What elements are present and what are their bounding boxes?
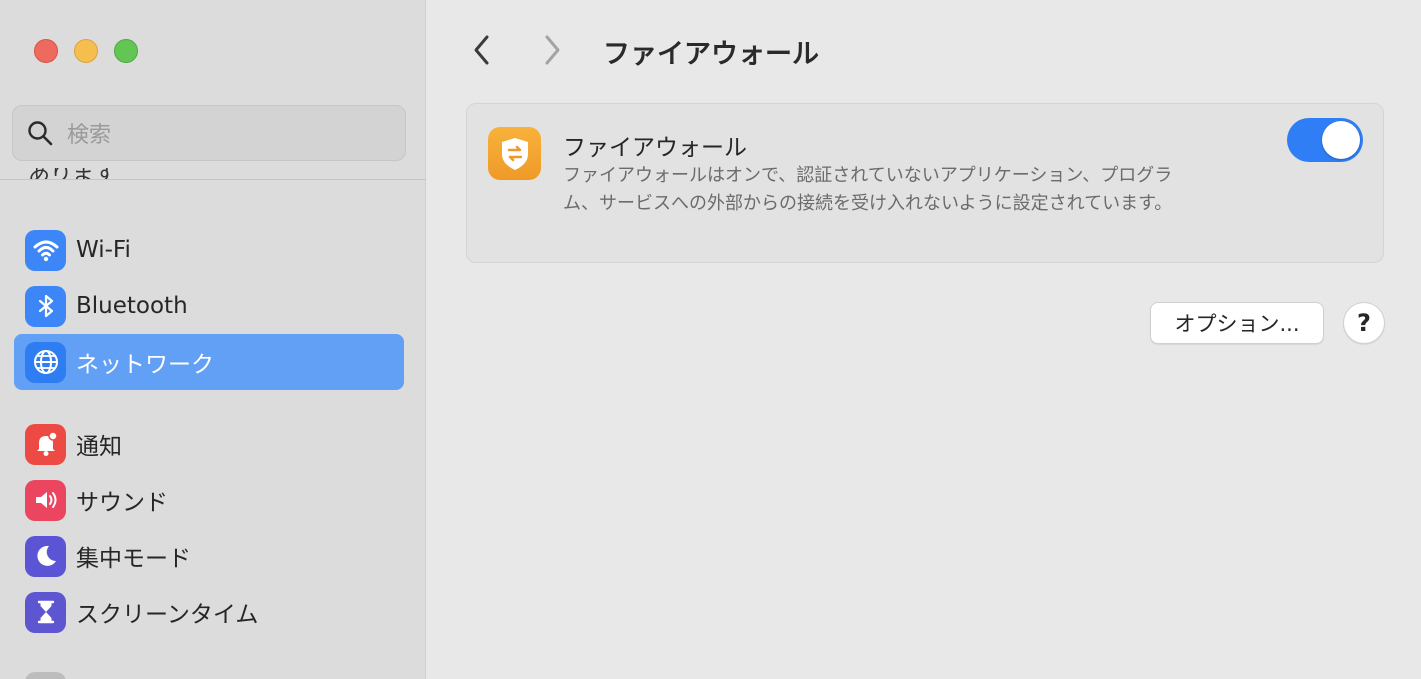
bluetooth-icon [25, 285, 66, 327]
options-button[interactable]: オプション... [1150, 302, 1324, 344]
sidebar-item-label: Bluetooth [76, 293, 188, 319]
main-pane: ファイアウォール ファイアウォール ファイアウォールはオンで、認証されていないア… [427, 0, 1421, 679]
chevron-left-icon [474, 35, 489, 65]
forward-button[interactable] [535, 32, 569, 68]
sidebar-item-notifications[interactable]: 通知 [14, 416, 404, 472]
firewall-description: ファイアウォールはオンで、認証されていないアプリケーション、プログラム、サービス… [563, 165, 1173, 214]
close-window-button[interactable] [34, 39, 58, 63]
sidebar-item-label: 通知 [76, 434, 122, 460]
back-button[interactable] [465, 32, 499, 68]
moon-icon [25, 535, 66, 577]
sidebar-item-label: ネットワーク [76, 352, 214, 378]
search-field[interactable]: 検索 [12, 105, 406, 161]
chevron-right-icon [545, 35, 560, 65]
help-button[interactable]: ? [1343, 302, 1385, 344]
sidebar-item-label: 集中モード [76, 546, 191, 572]
sidebar-item-partial [25, 672, 66, 679]
maximize-window-button[interactable] [114, 39, 138, 63]
firewall-toggle[interactable] [1287, 118, 1363, 162]
bell-icon [25, 423, 66, 465]
sidebar-item-label: スクリーンタイム [76, 602, 259, 628]
toggle-knob [1322, 121, 1360, 159]
sidebar: 検索 あります Wi-Fi Bluetooth [0, 0, 426, 679]
sidebar-item-label: サウンド [76, 490, 168, 516]
search-icon [28, 121, 53, 146]
wifi-icon [25, 229, 66, 271]
sidebar-item-screen-time[interactable]: スクリーンタイム [14, 584, 404, 640]
speaker-icon [25, 479, 66, 521]
minimize-window-button[interactable] [74, 39, 98, 63]
window-controls [34, 39, 138, 63]
sidebar-item-bluetooth[interactable]: Bluetooth [14, 278, 404, 334]
globe-icon [25, 341, 66, 383]
hourglass-icon [25, 591, 66, 633]
sidebar-item-focus[interactable]: 集中モード [14, 528, 404, 584]
sidebar-item-network[interactable]: ネットワーク [14, 334, 404, 390]
sidebar-item-label: Wi-Fi [76, 237, 131, 263]
firewall-card: ファイアウォール ファイアウォールはオンで、認証されていないアプリケーション、プ… [466, 103, 1384, 263]
page-title: ファイアウォール [603, 39, 819, 70]
sidebar-item-sound[interactable]: サウンド [14, 472, 404, 528]
sidebar-divider [0, 179, 426, 180]
firewall-title: ファイアウォール [563, 135, 747, 161]
firewall-shield-icon [488, 127, 541, 180]
search-placeholder: 検索 [67, 123, 112, 148]
sidebar-item-wifi[interactable]: Wi-Fi [14, 222, 404, 278]
